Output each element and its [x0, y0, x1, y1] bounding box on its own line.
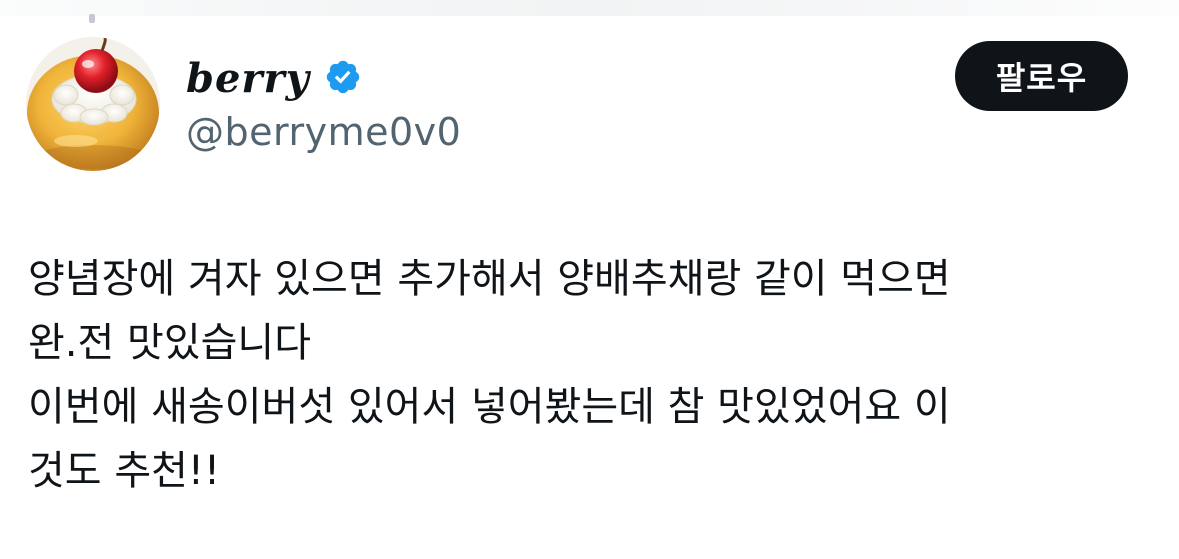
avatar[interactable]	[26, 37, 160, 171]
tweet-text-line: 것도 추천!!	[28, 448, 220, 494]
tweet-text-line: 이번에 새송이버섯 있어서 넣어봤는데 참 맛있었어요 이	[28, 384, 951, 430]
tweet-text-line: 양념장에 겨자 있으면 추가해서 양배추채랑 같이 먹으면	[28, 256, 951, 302]
tweet-text-line: 완.전 맛있습니다	[28, 320, 312, 366]
name-row: berry	[186, 55, 461, 103]
display-name[interactable]: berry	[186, 55, 310, 103]
verified-badge-icon[interactable]	[324, 58, 362, 96]
tweet-header: berry @berryme0v0 팔로우	[26, 37, 1136, 173]
author-identity: berry @berryme0v0	[186, 55, 461, 155]
follow-button[interactable]: 팔로우	[955, 41, 1128, 111]
author-handle[interactable]: @berryme0v0	[186, 109, 461, 155]
tweet-card: berry @berryme0v0 팔로우 양념장에 겨자 있으면 추가해서 양…	[0, 0, 1179, 559]
custard-pudding-cherry-avatar-icon	[26, 37, 160, 171]
tweet-text: 양념장에 겨자 있으면 추가해서 양배추채랑 같이 먹으면 완.전 맛있습니다 …	[28, 247, 1158, 503]
